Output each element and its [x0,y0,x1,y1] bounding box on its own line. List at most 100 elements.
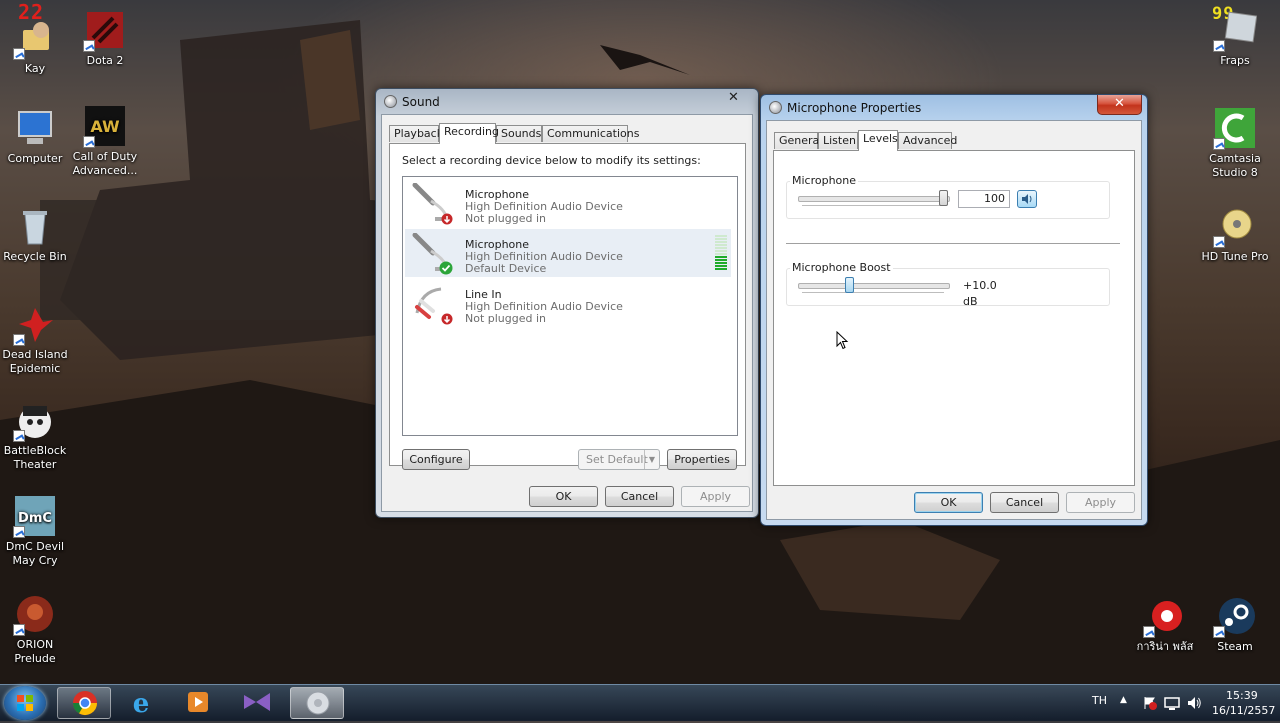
recycle-bin-icon [13,204,57,248]
tab-recording[interactable]: Recording [439,123,499,144]
device-status: Default Device [465,262,547,275]
apply-button[interactable]: Apply [1066,492,1135,513]
microphone-boost-label: Microphone Boost [790,261,893,274]
desktop-icon-fraps[interactable]: Fraps [1196,8,1274,68]
desktop-icon-label: HD Tune Pro [1201,250,1269,263]
microphone-boost-track[interactable] [798,283,950,289]
sound-icon [306,691,330,715]
levels-panel: Microphone 100 Microphone Boost +10.0 dB [773,150,1135,486]
network-icon[interactable] [1164,695,1180,711]
desktop-icon-label: DmC Devil May Cry [5,540,65,567]
tab-general[interactable]: General [774,132,822,149]
taskbar-visual-studio[interactable] [230,687,284,719]
desktop-icon-label: Recycle Bin [3,250,67,263]
start-orb-icon[interactable] [4,686,46,720]
fraps-icon [1213,8,1258,52]
microphone-properties-window: Microphone Properties ✕ General Listen L… [760,94,1148,526]
tab-levels[interactable]: Levels [858,130,898,151]
dropdown-arrow-icon[interactable]: ▼ [644,450,659,469]
set-default-button[interactable]: Set Default ▼ [578,449,660,470]
svg-text:DmC: DmC [18,511,52,526]
ok-button[interactable]: OK [914,492,983,513]
call-of-duty-icon: AW [83,104,127,148]
microphone-boost-slider[interactable] [844,277,854,293]
volume-icon[interactable] [1186,695,1202,711]
show-hidden-icons-icon[interactable]: ▲ [1120,695,1127,705]
taskbar: e TH ▲ 15:39 16/11/2557 [0,684,1280,721]
taskbar-chrome[interactable] [57,687,111,719]
mic-tab-strip: General Listen Levels Advanced [774,130,1134,151]
microphone-level-track[interactable] [798,196,950,202]
recording-device-list[interactable]: Microphone High Definition Audio Device … [402,176,738,436]
ok-button[interactable]: OK [529,486,598,507]
configure-button[interactable]: Configure [402,449,470,470]
tab-listen[interactable]: Listen [818,132,858,149]
desktop-icon-call-of-duty[interactable]: AW Call of Duty Advanced... [66,104,144,178]
sound-client-area: Playback Recording Sounds Communications… [381,114,753,512]
clock-date[interactable]: 16/11/2557 [1212,704,1275,717]
desktop-icon-garena[interactable]: การิน่า พลัส [1126,594,1204,654]
steam-icon [1213,594,1257,638]
dead-island-icon [13,302,57,346]
internet-explorer-icon: e [133,689,150,719]
desktop-icon-label: Call of Duty Advanced... [72,150,138,177]
desktop-icon-steam[interactable]: Steam [1196,594,1274,654]
desktop-icon-label: ORION Prelude [14,638,56,665]
language-indicator[interactable]: TH [1092,694,1107,707]
microphone-level-slider[interactable] [939,190,948,206]
user-folder-icon [13,16,57,60]
mute-speaker-icon[interactable] [1017,190,1037,208]
desktop-icon-computer[interactable]: Computer [0,106,74,166]
tab-advanced[interactable]: Advanced [898,132,957,149]
desktop-icon-dmc[interactable]: DmC DmC Devil May Cry [0,494,74,568]
desktop-icon-orion[interactable]: ORION Prelude [0,592,74,666]
microphone-level-label: Microphone [790,174,859,187]
desktop-icon-hdtune[interactable]: HD Tune Pro [1196,204,1274,264]
device-item-line-in[interactable]: Line In High Definition Audio Device Not… [405,279,731,327]
unplugged-icon [441,213,453,225]
taskbar-sound[interactable] [290,687,344,719]
unplugged-icon [441,313,453,325]
chrome-icon [73,691,97,716]
desktop-icon-recycle-bin[interactable]: Recycle Bin [0,204,74,264]
apply-button[interactable]: Apply [681,486,750,507]
device-status: Not plugged in [465,312,547,325]
desktop-icon-dota2[interactable]: Dota 2 [66,8,144,68]
desktop-icon-label: Dead Island Epidemic [2,348,68,375]
default-check-icon [439,261,453,275]
microphone-icon [769,101,782,114]
desktop-icon-dead-island[interactable]: Dead Island Epidemic [0,302,74,376]
battleblock-icon [13,398,57,442]
cancel-button[interactable]: Cancel [605,486,674,507]
microphone-level-value[interactable]: 100 [958,190,1010,208]
sound-titlebar[interactable]: Sound ✕ [376,89,758,115]
device-item-microphone-1[interactable]: Microphone High Definition Audio Device … [405,179,731,227]
taskbar-media-player[interactable] [171,687,225,719]
computer-icon [13,106,57,150]
mic-client-area: General Listen Levels Advanced Microphon… [766,120,1142,520]
close-button[interactable]: ✕ [1097,95,1142,115]
action-center-flag-icon[interactable] [1142,695,1158,711]
orion-icon [13,592,57,636]
tab-playback[interactable]: Playback [389,125,443,142]
desktop-icon-battleblock[interactable]: BattleBlock Theater [0,398,74,472]
close-button[interactable]: ✕ [712,89,755,108]
cancel-button[interactable]: Cancel [990,492,1059,513]
taskbar-internet-explorer[interactable]: e [114,687,168,719]
sound-tab-strip: Playback Recording Sounds Communications [389,123,749,144]
tab-sounds[interactable]: Sounds [496,125,542,142]
device-status: Not plugged in [465,212,547,225]
microphone-level-ticks [802,205,944,210]
desktop-icon-camtasia[interactable]: Camtasia Studio 8 [1196,106,1274,180]
tab-communications[interactable]: Communications [542,125,639,142]
desktop-icon-kay[interactable]: Kay [0,16,74,76]
clock-time[interactable]: 15:39 [1226,689,1258,702]
microphone-boost-value[interactable]: +10.0 dB [958,277,1010,308]
device-item-microphone-default[interactable]: Microphone High Definition Audio Device … [405,229,731,277]
mic-properties-titlebar[interactable]: Microphone Properties ✕ [761,95,1147,121]
desktop-icon-label: Computer [7,152,63,165]
properties-button[interactable]: Properties [667,449,737,470]
hdtune-icon [1213,204,1257,248]
desktop-icon-label: Steam [1217,640,1253,653]
mic-properties-title: Microphone Properties [787,101,922,115]
